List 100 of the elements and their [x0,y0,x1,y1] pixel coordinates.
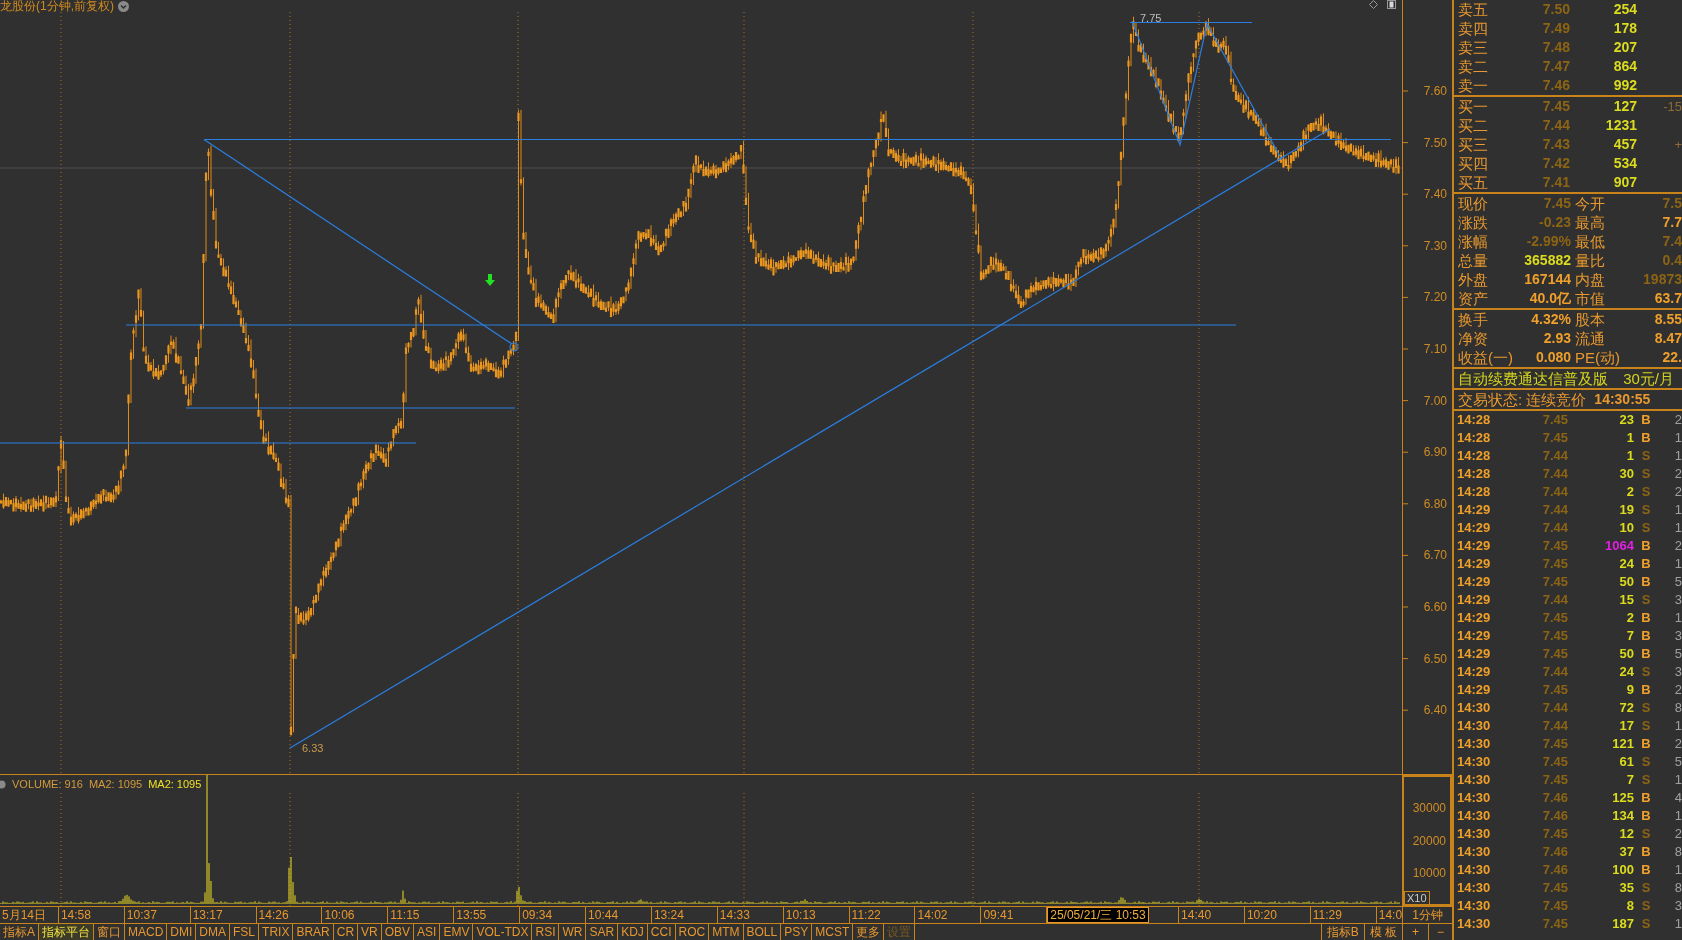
indicator-tab[interactable]: MTM [709,924,744,940]
stat-label: PE(动) [1574,348,1621,367]
indicator-tab[interactable]: VOL-TDX [473,924,533,940]
legend-text: VOLUME: 916 [12,778,83,790]
indicator-tab[interactable]: 更多 [853,924,885,940]
trade-side: S [1641,771,1651,789]
trade-side: B [1641,843,1651,861]
trade-time: 14:28 [1457,447,1492,465]
zoom-button[interactable]: + [1403,924,1429,940]
stat-label: 净资 [1458,329,1489,348]
trade-volume: 8 [1626,897,1634,915]
trade-price: 7.46 [1542,843,1568,861]
indicator-tab[interactable]: 窗口 [94,924,125,940]
indicator-tab[interactable]: FSL [230,924,260,940]
time-axis-label: 10:20 [1245,908,1277,922]
trade-time: 14:29 [1457,537,1492,555]
indicator-tab[interactable]: BRAR [293,924,334,940]
indicator-tab[interactable]: MACD [125,924,168,940]
trade-time: 14:29 [1457,591,1492,609]
trade-volume: 187 [1612,915,1634,933]
trade-price: 7.45 [1542,537,1568,555]
time-axis-label: 13:24 [652,908,684,922]
indicator-tab[interactable]: WR [559,924,587,940]
time-axis-label: 14:58 [59,908,91,922]
volume-axis-label: 10000 [1412,866,1446,880]
trade-count: 5 [1674,753,1682,771]
order-label: 卖二 [1458,57,1489,76]
trade-count: 3 [1674,591,1682,609]
indicator-tab[interactable]: CR [333,924,359,940]
stat-label: 流通 [1574,329,1606,348]
trade-price: 7.45 [1542,897,1568,915]
price-axis-label: 7.20 [1423,290,1447,305]
time-axis-label: 14:0 [1377,908,1403,922]
trade-count: 5 [1674,573,1682,591]
indicator-tab[interactable]: SAR [586,924,619,940]
trade-volume: 72 [1619,699,1634,717]
trade-price: 7.45 [1542,753,1568,771]
order-label: 买五 [1458,173,1489,192]
price-axis-label: 7.10 [1423,342,1447,356]
indicator-tab[interactable]: OBV [381,924,415,940]
change-value: + [1674,136,1682,154]
trade-side: S [1641,717,1651,735]
diamond-icon[interactable] [1369,0,1378,9]
indicator-tab[interactable]: DMI [167,924,197,940]
indicator-tab[interactable]: KDJ [618,924,648,940]
indicator-tab[interactable]: 指标B [1320,924,1364,940]
order-label: 买一 [1458,97,1489,116]
trade-count: 3 [1674,897,1682,915]
trade-price: 7.44 [1542,483,1568,501]
zoom-button[interactable]: − [1429,924,1452,940]
trade-price: 7.44 [1542,519,1568,537]
trade-price: 7.45 [1542,879,1568,897]
trade-side: B [1641,411,1651,429]
trade-volume: 12 [1619,825,1634,843]
stat-value: 4.32% [1531,310,1571,329]
trade-time: 14:30 [1457,753,1492,771]
order-price: 7.44 [1542,116,1570,135]
period-button[interactable]: 1分钟 [1403,907,1452,923]
trade-price: 7.44 [1542,699,1568,717]
trade-volume: 35 [1619,879,1634,897]
chevron-circle-icon[interactable] [118,0,129,12]
trade-volume: 9 [1626,681,1634,699]
trade-volume: 7 [1626,771,1634,789]
order-price: 7.46 [1542,76,1570,95]
order-label: 买三 [1458,135,1489,154]
indicator-tab[interactable]: VR [358,924,382,940]
stat-label: 外盘 [1458,270,1489,289]
indicator-tab[interactable]: 指标平台 [39,924,94,940]
indicator-tab[interactable]: MCST [812,924,854,940]
trade-volume: 61 [1619,753,1634,771]
order-label: 买四 [1458,154,1489,173]
trade-price: 7.45 [1542,627,1568,645]
indicator-tab[interactable]: TRIX [259,924,294,940]
price-axis-label: 6.90 [1423,445,1447,460]
indicator-tab[interactable]: BOLL [743,924,782,940]
trade-side: S [1641,519,1651,537]
trade-side: B [1641,735,1651,753]
indicator-tab[interactable]: EMV [440,924,474,940]
trade-time: 14:29 [1457,627,1492,645]
indicator-tab[interactable]: CCI [647,924,676,940]
stat-label: 涨幅 [1458,232,1489,251]
trade-volume: 2 [1626,609,1634,627]
indicator-tab[interactable]: 模 板 [1363,924,1402,940]
indicator-tab[interactable]: ASI [414,924,441,940]
trade-price: 7.46 [1542,861,1568,879]
trade-side: S [1641,483,1651,501]
stat-label: 现价 [1458,194,1489,213]
trade-side: S [1641,699,1651,717]
indicator-tab[interactable]: ROC [675,924,710,940]
indicator-tab[interactable]: RSI [532,924,560,940]
window-icon[interactable] [1387,0,1396,9]
trade-volume: 125 [1612,789,1634,807]
indicator-tab[interactable]: PSY [781,924,813,940]
trade-count: 1 [1674,609,1682,627]
order-price: 7.45 [1542,97,1570,116]
stat-value: 7.4 [1662,232,1682,251]
trade-side: B [1641,681,1651,699]
indicator-tab[interactable]: DMA [196,924,231,940]
order-volume: 907 [1613,173,1637,192]
price-axis-label: 6.70 [1423,548,1447,563]
